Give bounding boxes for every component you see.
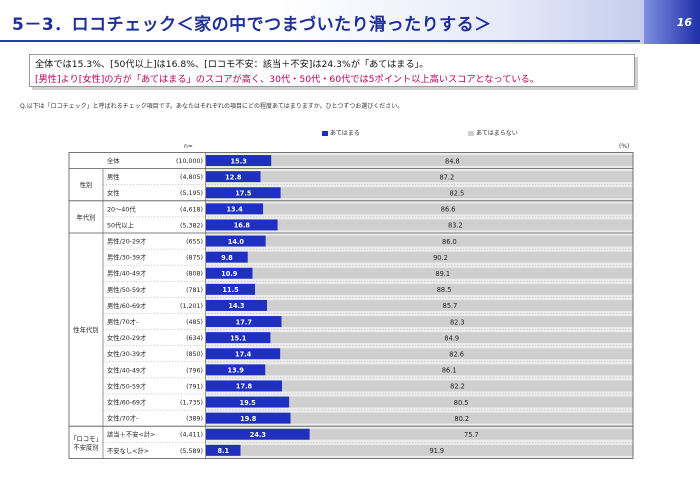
data-label-applies: 17.4 bbox=[235, 350, 252, 358]
data-label-not-applies: 83.2 bbox=[448, 222, 463, 230]
row-n: (1,201) bbox=[180, 303, 203, 310]
row-n: (4,411) bbox=[180, 432, 203, 439]
row-n: (791) bbox=[186, 383, 203, 390]
row-n: (10,000) bbox=[176, 158, 203, 165]
row-n: (5,195) bbox=[180, 190, 203, 197]
row-n: (796) bbox=[186, 367, 203, 374]
row-label: 男性/30-39才 bbox=[107, 253, 146, 262]
row-label: 女性/60-69才 bbox=[107, 398, 146, 407]
row-label: 女性/40-49才 bbox=[107, 365, 146, 374]
row-n: (850) bbox=[186, 351, 203, 358]
data-label-not-applies: 84.8 bbox=[445, 157, 460, 165]
group-label: 性別 bbox=[80, 180, 93, 189]
row-n: (389) bbox=[186, 416, 203, 423]
data-label-applies: 9.8 bbox=[221, 254, 233, 262]
stacked-bar-chart: 15.3 84.8 全体 (10,000) 12.8 87.2 男性 (4,805) 17.5 8… bbox=[68, 152, 634, 459]
row-label: 50代以上 bbox=[107, 220, 134, 229]
group-label: 性年代別 bbox=[73, 325, 98, 334]
row-label: 女性/70才- bbox=[107, 414, 138, 423]
data-label-applies: 10.9 bbox=[221, 270, 238, 278]
row-label: 男性/40-49才 bbox=[107, 269, 146, 278]
data-label-applies: 17.5 bbox=[235, 189, 252, 197]
data-label-applies: 16.8 bbox=[234, 222, 251, 230]
row-label: 男性/20-29才 bbox=[107, 237, 146, 246]
group-label: 「ロコモ」 bbox=[70, 435, 101, 443]
row-label: 女性/20-29才 bbox=[107, 333, 146, 342]
row-label: 20～40代 bbox=[107, 204, 136, 213]
data-label-not-applies: 85.7 bbox=[443, 302, 458, 310]
group-label: 不安度別 bbox=[73, 442, 98, 451]
data-label-not-applies: 82.6 bbox=[449, 350, 464, 358]
data-label-not-applies: 82.5 bbox=[450, 189, 465, 197]
data-label-not-applies: 82.2 bbox=[450, 383, 465, 391]
data-label-applies: 17.7 bbox=[236, 318, 253, 326]
row-label: 全体 bbox=[107, 156, 120, 165]
data-label-applies: 15.1 bbox=[230, 334, 247, 342]
row-label: 男性 bbox=[107, 172, 120, 181]
data-label-not-applies: 80.5 bbox=[454, 399, 469, 407]
row-n: (485) bbox=[186, 319, 203, 326]
data-label-applies: 15.3 bbox=[231, 157, 248, 165]
data-label-applies: 12.8 bbox=[225, 173, 242, 181]
row-label: 男性/50-59才 bbox=[107, 285, 146, 294]
data-label-applies: 13.9 bbox=[228, 367, 245, 375]
row-n: (655) bbox=[186, 239, 203, 246]
row-n: (781) bbox=[186, 287, 203, 294]
data-label-applies: 13.4 bbox=[226, 206, 243, 214]
row-label: 男性/70才- bbox=[107, 317, 138, 326]
row-label: 男性/60-69才 bbox=[107, 301, 146, 310]
data-label-not-applies: 82.3 bbox=[450, 318, 465, 326]
data-label-applies: 14.0 bbox=[228, 238, 245, 246]
data-label-not-applies: 86.1 bbox=[442, 367, 457, 375]
data-label-not-applies: 87.2 bbox=[439, 173, 454, 181]
data-label-applies: 8.1 bbox=[217, 447, 229, 455]
row-label: 女性/50-59才 bbox=[107, 381, 146, 390]
data-label-applies: 24.3 bbox=[250, 431, 267, 439]
group-label: 年代別 bbox=[77, 212, 96, 221]
row-label: 不安なし<計> bbox=[107, 446, 149, 455]
row-n: (5,382) bbox=[180, 222, 203, 229]
row-n: (634) bbox=[186, 335, 203, 342]
data-label-not-applies: 91.9 bbox=[429, 447, 444, 455]
row-n: (4,805) bbox=[180, 174, 203, 181]
data-label-applies: 17.8 bbox=[236, 383, 253, 391]
data-label-not-applies: 89.1 bbox=[435, 270, 450, 278]
row-label: 女性/30-39才 bbox=[107, 349, 146, 358]
data-label-not-applies: 80.2 bbox=[454, 415, 469, 423]
row-n: (4,618) bbox=[180, 206, 203, 213]
row-label: 該当＋不安<計> bbox=[107, 430, 155, 439]
data-label-applies: 11.5 bbox=[222, 286, 239, 294]
data-label-applies: 14.3 bbox=[228, 302, 245, 310]
data-label-not-applies: 90.2 bbox=[433, 254, 448, 262]
data-label-applies: 19.8 bbox=[240, 415, 257, 423]
data-label-not-applies: 88.5 bbox=[437, 286, 452, 294]
row-label: 女性 bbox=[107, 188, 120, 197]
data-label-not-applies: 86.6 bbox=[441, 206, 456, 214]
row-n: (1,735) bbox=[180, 400, 203, 407]
data-label-not-applies: 84.9 bbox=[444, 334, 459, 342]
row-n: (808) bbox=[186, 271, 203, 278]
row-n: (5,589) bbox=[180, 448, 203, 455]
data-label-not-applies: 75.7 bbox=[464, 431, 479, 439]
data-label-not-applies: 86.0 bbox=[442, 238, 457, 246]
row-n: (875) bbox=[186, 255, 203, 262]
data-label-applies: 19.5 bbox=[239, 399, 256, 407]
